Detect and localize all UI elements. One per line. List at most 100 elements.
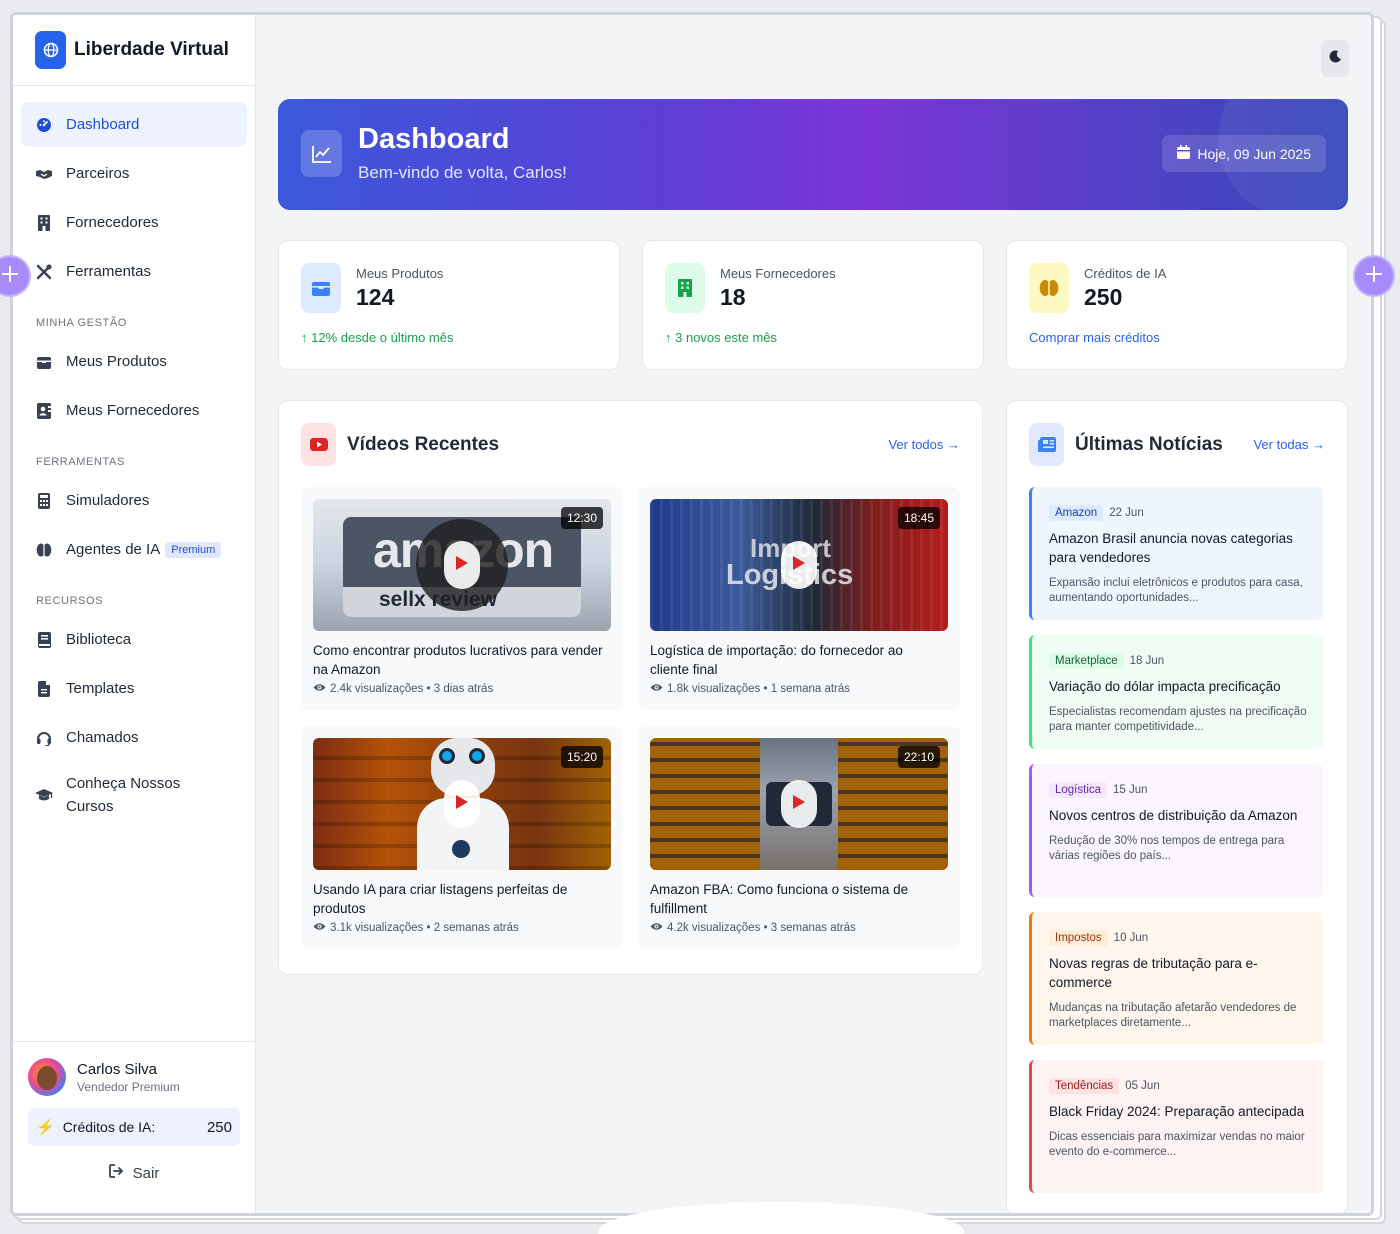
play-button[interactable] [444, 780, 480, 828]
news-item[interactable]: Logística 15 Jun Novos centros de distrib… [1029, 764, 1323, 897]
news-date: 15 Jun [1113, 784, 1148, 796]
file-icon [35, 680, 53, 698]
sidebar-item-dashboard[interactable]: Dashboard [21, 102, 247, 147]
sidebar-item-label: Fornecedores [66, 214, 159, 231]
video-views: 3.1k visualizações [330, 922, 424, 934]
nav-section-title: FERRAMENTAS [36, 456, 125, 468]
stat-value: 18 [720, 284, 746, 310]
handshake-icon [35, 165, 53, 183]
news-description: Especialistas recomendam ajustes na prec… [1049, 706, 1307, 733]
stat-card-fornecedores[interactable]: Meus Fornecedores 18 ↑ 3 novos este mês [642, 240, 984, 370]
brand[interactable]: Liberdade Virtual [13, 15, 255, 86]
credits-box: ⚡ Créditos de IA: 250 [28, 1108, 240, 1146]
premium-badge: Premium [165, 541, 222, 558]
meta-separator: • [423, 683, 434, 695]
video-meta: 2.4k visualizações • 3 dias atrás [313, 683, 493, 695]
box-icon [301, 263, 341, 313]
meta-separator: • [423, 922, 434, 934]
building-icon [35, 214, 53, 232]
meta-separator: • [760, 683, 771, 695]
video-age: 3 semanas atrás [770, 922, 856, 934]
video-thumbnail[interactable]: 15:20 [313, 738, 611, 870]
news-title: Novos centros de distribuição da Amazon [1049, 808, 1298, 823]
video-thumbnail[interactable]: amazon sellx review 12:30 [313, 499, 611, 631]
news-item[interactable]: Marketplace 18 Jun Variação do dólar impa… [1029, 635, 1323, 749]
video-duration: 12:30 [560, 507, 603, 529]
play-icon [455, 794, 469, 815]
video-card[interactable]: 15:20 Usando IA para criar listagens per… [301, 726, 623, 949]
play-button[interactable] [444, 541, 480, 589]
sidebar-item-agentes-de-ia[interactable]: Agentes de IA Premium [21, 527, 247, 572]
globe-icon [35, 31, 66, 69]
sidebar-item-biblioteca[interactable]: Biblioteca [21, 617, 247, 662]
stat-card-creditos[interactable]: Créditos de IA 250 Comprar mais créditos [1006, 240, 1348, 370]
eye-icon [313, 683, 326, 695]
sidebar-item-label: Biblioteca [66, 631, 132, 648]
theme-toggle-button[interactable] [1321, 40, 1349, 77]
sidebar-item-meus-produtos[interactable]: Meus Produtos [21, 339, 247, 384]
see-all-news-link[interactable]: Ver todas → [1253, 437, 1325, 452]
video-title[interactable]: Logística de importação: do fornecedor a… [650, 641, 940, 679]
video-title[interactable]: Como encontrar produtos lucrativos para … [313, 641, 603, 679]
play-button[interactable] [781, 780, 817, 828]
youtube-icon [301, 423, 336, 466]
card-title: Últimas Notícias [1075, 433, 1223, 455]
see-all-videos-link[interactable]: Ver todos → [888, 437, 960, 452]
news-item[interactable]: Tendências 05 Jun Black Friday 2024: Prep… [1029, 1060, 1323, 1193]
sidebar-item-ferramentas[interactable]: Ferramentas [21, 249, 247, 294]
sidebar-item-templates[interactable]: Templates [21, 666, 247, 711]
nav-section-title: RECURSOS [36, 595, 104, 607]
video-card[interactable]: Import Logistics 18:45 Logística de impo… [638, 487, 960, 710]
recent-videos-card: Vídeos Recentes Ver todos → amazon sellx… [278, 400, 983, 975]
sidebar-item-parceiros[interactable]: Parceiros [21, 151, 247, 196]
arrow-up-icon: ↑ [301, 330, 312, 345]
graduation-cap-icon [35, 786, 53, 804]
video-duration: 22:10 [897, 746, 940, 768]
sidebar-item-label: Conheça Nossos Cursos [66, 775, 181, 815]
news-tag: Impostos [1049, 930, 1108, 946]
news-title: Novas regras de tributação para e-commer… [1049, 956, 1258, 990]
video-thumbnail[interactable]: Import Logistics 18:45 [650, 499, 948, 631]
video-thumbnail[interactable]: 22:10 [650, 738, 948, 870]
box-icon [35, 353, 53, 371]
video-duration: 15:20 [560, 746, 603, 768]
newspaper-icon [1029, 423, 1064, 466]
news-item[interactable]: Amazon 22 Jun Amazon Brasil anuncia novas… [1029, 487, 1323, 620]
dashboard-icon [35, 116, 53, 134]
video-title[interactable]: Amazon FBA: Como funciona o sistema de f… [650, 880, 940, 918]
news-description: Dicas essenciais para maximizar vendas n… [1049, 1131, 1305, 1158]
credits-label: Créditos de IA: [62, 1119, 156, 1135]
sidebar-item-meus-fornecedores[interactable]: Meus Fornecedores [21, 388, 247, 433]
sidebar-item-cursos[interactable]: Conheça Nossos Cursos [21, 764, 247, 826]
stat-value: 124 [356, 284, 395, 310]
news-item[interactable]: Impostos 10 Jun Novas regras de tributaçã… [1029, 912, 1323, 1045]
user-profile[interactable]: Carlos Silva Vendedor Premium [28, 1058, 240, 1096]
logout-button[interactable]: Sair [28, 1164, 240, 1182]
eye-icon [650, 922, 663, 934]
buy-credits-link[interactable]: Comprar mais créditos [1029, 330, 1160, 345]
sidebar-item-chamados[interactable]: Chamados [21, 715, 247, 760]
arrow-up-icon: ↑ [665, 330, 676, 345]
brain-icon [35, 541, 53, 559]
video-meta: 3.1k visualizações • 2 semanas atrás [313, 922, 519, 934]
add-button-right[interactable] [1353, 255, 1395, 297]
sidebar: Liberdade Virtual Dashboard Parceiros Fo… [13, 15, 256, 1213]
play-button[interactable] [781, 541, 817, 589]
robot-eye [469, 748, 485, 764]
stat-card-produtos[interactable]: Meus Produtos 124 ↑ 12% desde o último m… [278, 240, 620, 370]
video-card[interactable]: amazon sellx review 12:30 Como encontrar… [301, 487, 623, 710]
stat-label: Créditos de IA [1084, 266, 1167, 281]
card-title: Vídeos Recentes [347, 433, 500, 455]
sidebar-item-simuladores[interactable]: Simuladores [21, 478, 247, 523]
sidebar-item-fornecedores[interactable]: Fornecedores [21, 200, 247, 245]
contact-card-icon [35, 402, 53, 420]
date-text: Hoje, 09 Jun 2025 [1197, 145, 1311, 162]
brand-name: Liberdade Virtual [74, 39, 229, 60]
news-tag: Marketplace [1049, 653, 1124, 669]
video-card[interactable]: 22:10 Amazon FBA: Como funciona o sistem… [638, 726, 960, 949]
user-role: Vendedor Premium [77, 1079, 180, 1094]
user-info: Carlos Silva Vendedor Premium [77, 1061, 180, 1094]
video-title[interactable]: Usando IA para criar listagens perfeitas… [313, 880, 603, 918]
news-title: Variação do dólar impacta precificação [1049, 679, 1281, 694]
dashboard-banner: Dashboard Bem-vindo de volta, Carlos! Ho… [278, 99, 1348, 210]
